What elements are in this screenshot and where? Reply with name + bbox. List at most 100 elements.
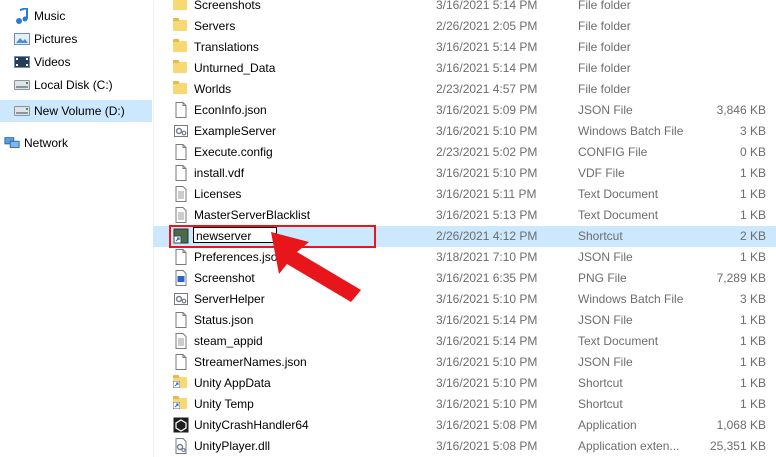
file-size: 1 KB <box>739 355 766 369</box>
date-modified: 3/16/2021 5:10 PM <box>436 292 538 306</box>
date-modified: 3/16/2021 5:10 PM <box>436 124 538 138</box>
file-row[interactable]: Translations 3/16/2021 5:14 PM File folder <box>153 37 776 58</box>
nav-item-videos[interactable]: Videos <box>0 51 152 73</box>
date-modified: 3/18/2021 7:10 PM <box>436 250 538 264</box>
file-size: 1 KB <box>739 187 766 201</box>
nav-item-local-disk-c[interactable]: Local Disk (C:) <box>0 74 152 96</box>
date-modified: 3/16/2021 5:14 PM <box>436 40 538 54</box>
file-name: Licenses <box>194 187 242 201</box>
nav-item-label: Local Disk (C:) <box>34 78 113 92</box>
file-row[interactable]: Worlds 2/23/2021 4:57 PM File folder <box>153 79 776 100</box>
file-type: JSON File <box>578 313 633 327</box>
png-icon <box>173 270 189 286</box>
date-modified: 3/16/2021 5:10 PM <box>436 397 538 411</box>
file-type: Text Document <box>578 187 659 201</box>
nav-item-label: Music <box>34 9 66 23</box>
file-row[interactable]: install.vdf 3/16/2021 5:10 PM VDF File 1 KB <box>153 163 776 184</box>
date-modified: 3/16/2021 5:10 PM <box>436 376 538 390</box>
file-name: ExampleServer <box>194 124 277 138</box>
file-size: 1 KB <box>739 376 766 390</box>
file-row[interactable]: Screenshot 3/16/2021 6:35 PM PNG File 7,289… <box>153 268 776 289</box>
date-modified: 2/23/2021 5:02 PM <box>436 145 538 159</box>
batch-icon <box>173 291 189 307</box>
nav-item-new-volume-d[interactable]: New Volume (D:) <box>0 100 152 122</box>
text-icon <box>173 333 189 349</box>
file-size: 7,289 KB <box>716 271 766 285</box>
file-row[interactable]: MasterServerBlacklist 3/16/2021 5:13 PM Te… <box>153 205 776 226</box>
file-size: 1 KB <box>739 166 766 180</box>
drive-icon <box>14 77 30 93</box>
file-type: Windows Batch File <box>578 124 684 138</box>
navigation-pane: Music Pictures Videos Local Disk (C:) New Vo… <box>0 0 154 457</box>
date-modified: 3/16/2021 5:10 PM <box>436 355 538 369</box>
shortcut-icon <box>173 228 189 244</box>
file-row[interactable]: EconInfo.json 3/16/2021 5:09 PM JSON File 3… <box>153 100 776 121</box>
date-modified: 3/16/2021 5:14 PM <box>436 61 538 75</box>
file-name: ServerHelper <box>194 292 265 306</box>
text-icon <box>173 186 189 202</box>
file-type: Application <box>578 418 637 432</box>
file-name: Translations <box>194 40 259 54</box>
file-row[interactable]: steam_appid 3/16/2021 5:14 PM Text Documen… <box>153 331 776 352</box>
file-type: Shortcut <box>578 397 623 411</box>
file-type: Text Document <box>578 208 659 222</box>
file-row[interactable]: Execute.config 2/23/2021 5:02 PM CONFIG Fi… <box>153 142 776 163</box>
file-name: Screenshots <box>194 0 261 12</box>
date-modified: 3/16/2021 5:09 PM <box>436 103 538 117</box>
nav-item-label: Network <box>24 136 69 150</box>
folder-icon <box>173 39 189 55</box>
file-name: UnityPlayer.dll <box>194 439 271 453</box>
file-name: Status.json <box>194 313 254 327</box>
file-row[interactable]: StreamerNames.json 3/16/2021 5:10 PM JSON … <box>153 352 776 373</box>
folder-shortcut-icon <box>173 396 189 412</box>
file-type: PNG File <box>578 271 627 285</box>
file-row[interactable]: ExampleServer 3/16/2021 5:10 PM Windows Ba… <box>153 121 776 142</box>
file-type: Windows Batch File <box>578 292 684 306</box>
file-row[interactable]: Screenshots 3/16/2021 5:14 PM File folder <box>153 0 776 16</box>
file-size: 25,351 KB <box>709 439 766 453</box>
file-name: Unturned_Data <box>194 61 276 75</box>
nav-item-music[interactable]: Music <box>0 5 152 27</box>
file-row[interactable]: newserver 2/26/2021 4:12 PM Shortcut 2 KB <box>153 226 776 247</box>
file-row[interactable]: Unity Temp 3/16/2021 5:10 PM Shortcut 1 KB <box>153 394 776 415</box>
doc-icon <box>173 144 189 160</box>
file-row[interactable]: ServerHelper 3/16/2021 5:10 PM Windows Bat… <box>153 289 776 310</box>
videos-icon <box>14 54 30 70</box>
file-row[interactable]: Status.json 3/16/2021 5:14 PM JSON File 1 K… <box>153 310 776 331</box>
file-size: 1 KB <box>739 208 766 222</box>
app-icon <box>173 417 189 433</box>
date-modified: 3/16/2021 6:35 PM <box>436 271 538 285</box>
file-row[interactable]: Unity AppData 3/16/2021 5:10 PM Shortcut 1 … <box>153 373 776 394</box>
file-type: Shortcut <box>578 376 623 390</box>
folder-shortcut-icon <box>173 375 189 391</box>
file-row[interactable]: Licenses 3/16/2021 5:11 PM Text Document 1 … <box>153 184 776 205</box>
drive-icon <box>14 103 30 119</box>
batch-icon <box>173 123 189 139</box>
doc-icon <box>173 165 189 181</box>
file-size: 1 KB <box>739 397 766 411</box>
nav-item-network[interactable]: Network <box>0 132 152 154</box>
doc-icon <box>173 354 189 370</box>
file-row[interactable]: Unturned_Data 3/16/2021 5:14 PM File folde… <box>153 58 776 79</box>
file-name: Screenshot <box>194 271 255 285</box>
dll-icon <box>173 438 189 454</box>
date-modified: 3/16/2021 5:14 PM <box>436 0 538 12</box>
file-name: Worlds <box>194 82 232 96</box>
file-row[interactable]: Servers 2/26/2021 2:05 PM File folder <box>153 16 776 37</box>
file-row[interactable]: Preferences.json 3/18/2021 7:10 PM JSON Fi… <box>153 247 776 268</box>
file-size: 2 KB <box>739 229 766 243</box>
file-name: MasterServerBlacklist <box>194 208 311 222</box>
file-name: Unity AppData <box>194 376 271 390</box>
annotation-arrow-icon <box>271 232 361 302</box>
nav-item-label: Videos <box>34 55 71 69</box>
doc-icon <box>173 102 189 118</box>
file-row[interactable]: UnityCrashHandler64 3/16/2021 5:08 PM Appl… <box>153 415 776 436</box>
pictures-icon <box>14 31 30 47</box>
music-icon <box>14 8 30 24</box>
file-row[interactable]: UnityPlayer.dll 3/16/2021 5:08 PM Applicat… <box>153 436 776 457</box>
file-name: Unity Temp <box>194 397 254 411</box>
date-modified: 3/16/2021 5:11 PM <box>436 187 537 201</box>
date-modified: 3/16/2021 5:14 PM <box>436 334 538 348</box>
nav-item-pictures[interactable]: Pictures <box>0 28 152 50</box>
date-modified: 3/16/2021 5:08 PM <box>436 439 538 453</box>
